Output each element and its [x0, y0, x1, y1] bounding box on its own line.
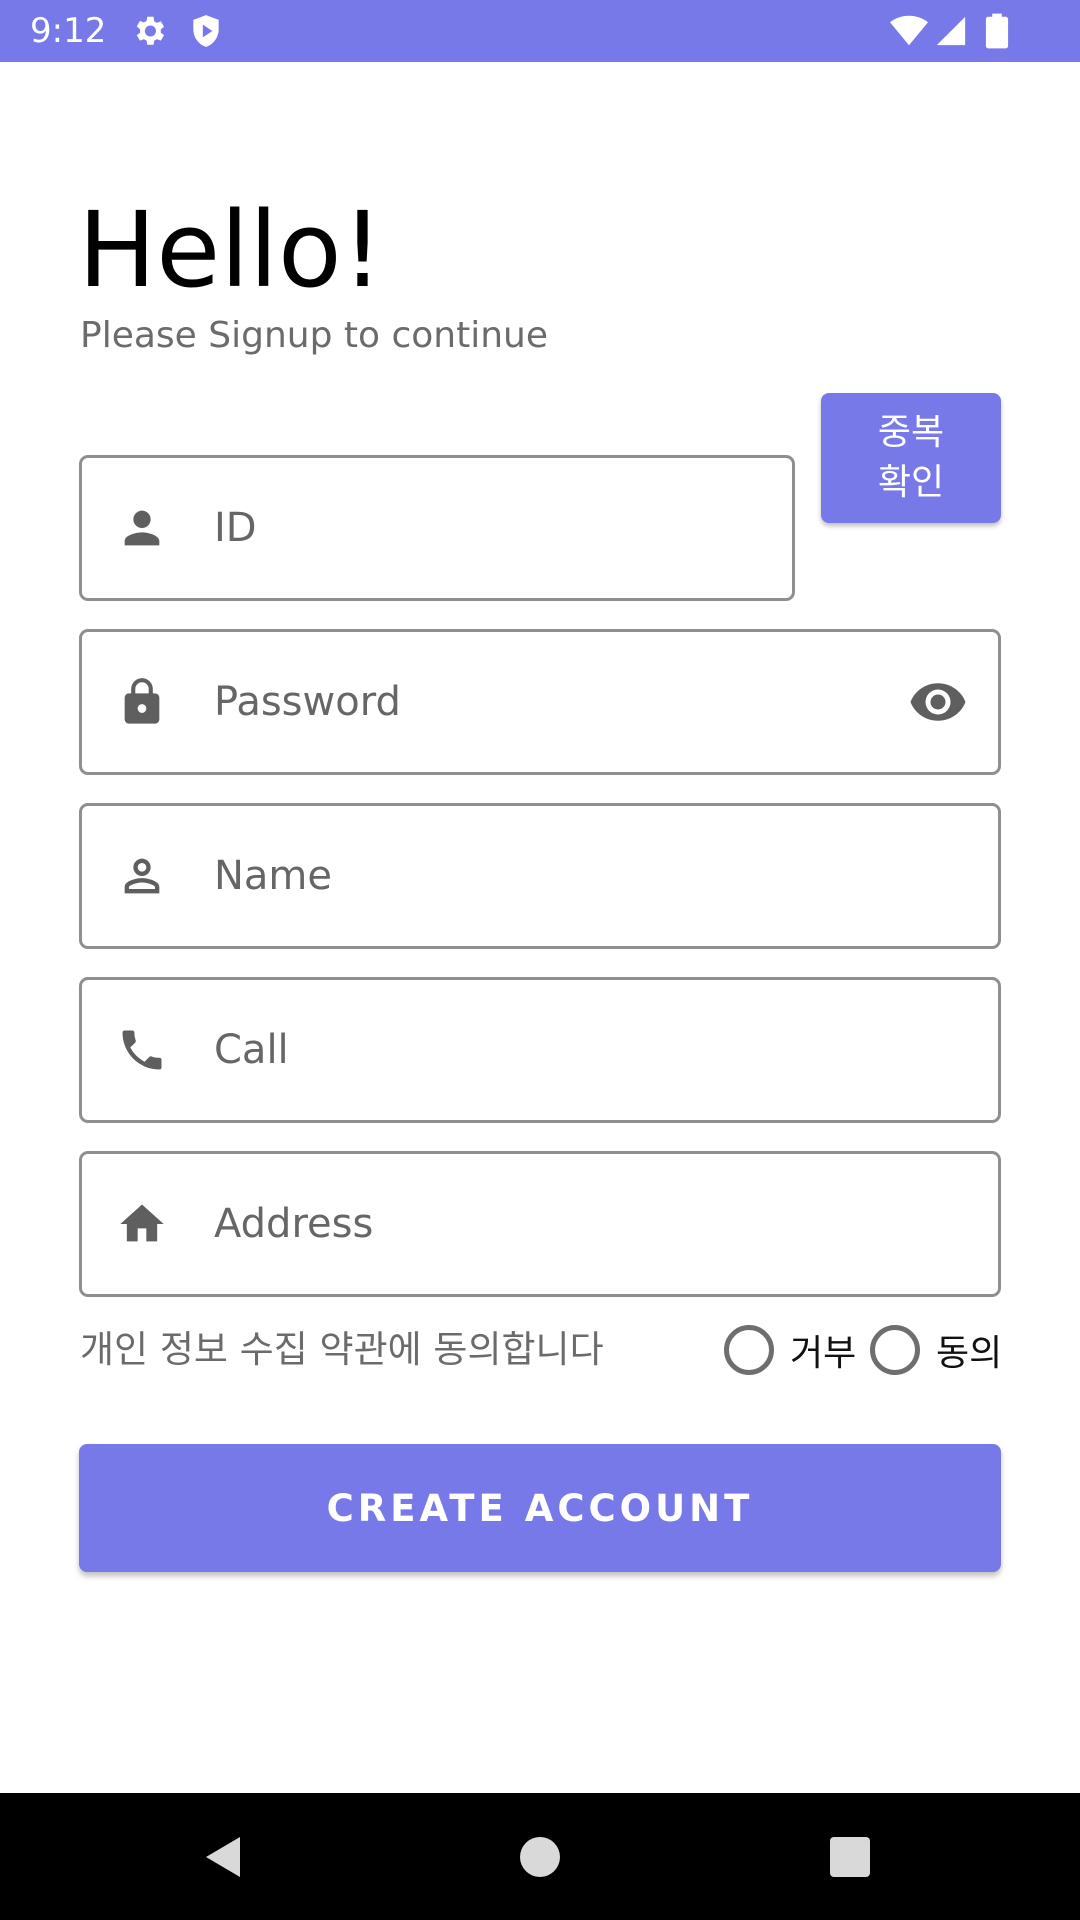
battery-icon — [982, 12, 1012, 50]
id-input[interactable] — [214, 458, 752, 598]
home-circle-icon[interactable] — [516, 1833, 564, 1881]
create-account-button[interactable]: CREATE ACCOUNT — [79, 1444, 1001, 1572]
radio-agree-label[interactable]: 동의 — [936, 1324, 1002, 1376]
gear-icon — [130, 12, 168, 50]
radio-reject[interactable]: 거부 — [724, 1322, 856, 1378]
status-bar: 9:12 — [0, 0, 1080, 62]
id-field[interactable] — [79, 455, 795, 601]
call-input[interactable] — [214, 980, 958, 1120]
radio-agree-circle[interactable] — [870, 1325, 920, 1375]
call-field[interactable] — [79, 977, 1001, 1123]
wifi-icon — [888, 12, 930, 50]
address-input[interactable] — [214, 1154, 958, 1294]
password-input[interactable] — [214, 632, 888, 772]
page-subtitle: Please Signup to continue — [80, 315, 549, 356]
nav-bar — [0, 1793, 1080, 1920]
name-input[interactable] — [214, 806, 958, 946]
lock-icon — [116, 676, 168, 728]
name-field[interactable] — [79, 803, 1001, 949]
password-field[interactable] — [79, 629, 1001, 775]
back-icon[interactable] — [200, 1833, 248, 1881]
address-field[interactable] — [79, 1151, 1001, 1297]
person-icon — [116, 502, 168, 554]
duplicate-check-button[interactable]: 중복 확인 — [821, 393, 1001, 523]
eye-icon[interactable] — [908, 672, 968, 732]
shield-icon — [187, 12, 225, 50]
radio-reject-label[interactable]: 거부 — [790, 1324, 856, 1376]
radio-agree[interactable]: 동의 — [870, 1322, 1002, 1378]
signal-icon — [934, 12, 968, 50]
phone-icon — [116, 1024, 168, 1076]
status-time: 9:12 — [30, 11, 107, 51]
consent-label: 개인 정보 수집 약관에 동의합니다 — [80, 1328, 604, 1371]
recents-icon[interactable] — [826, 1833, 874, 1881]
page-title: Hello! — [78, 189, 384, 311]
home-icon — [116, 1198, 168, 1250]
person-outline-icon — [116, 850, 168, 902]
radio-reject-circle[interactable] — [724, 1325, 774, 1375]
